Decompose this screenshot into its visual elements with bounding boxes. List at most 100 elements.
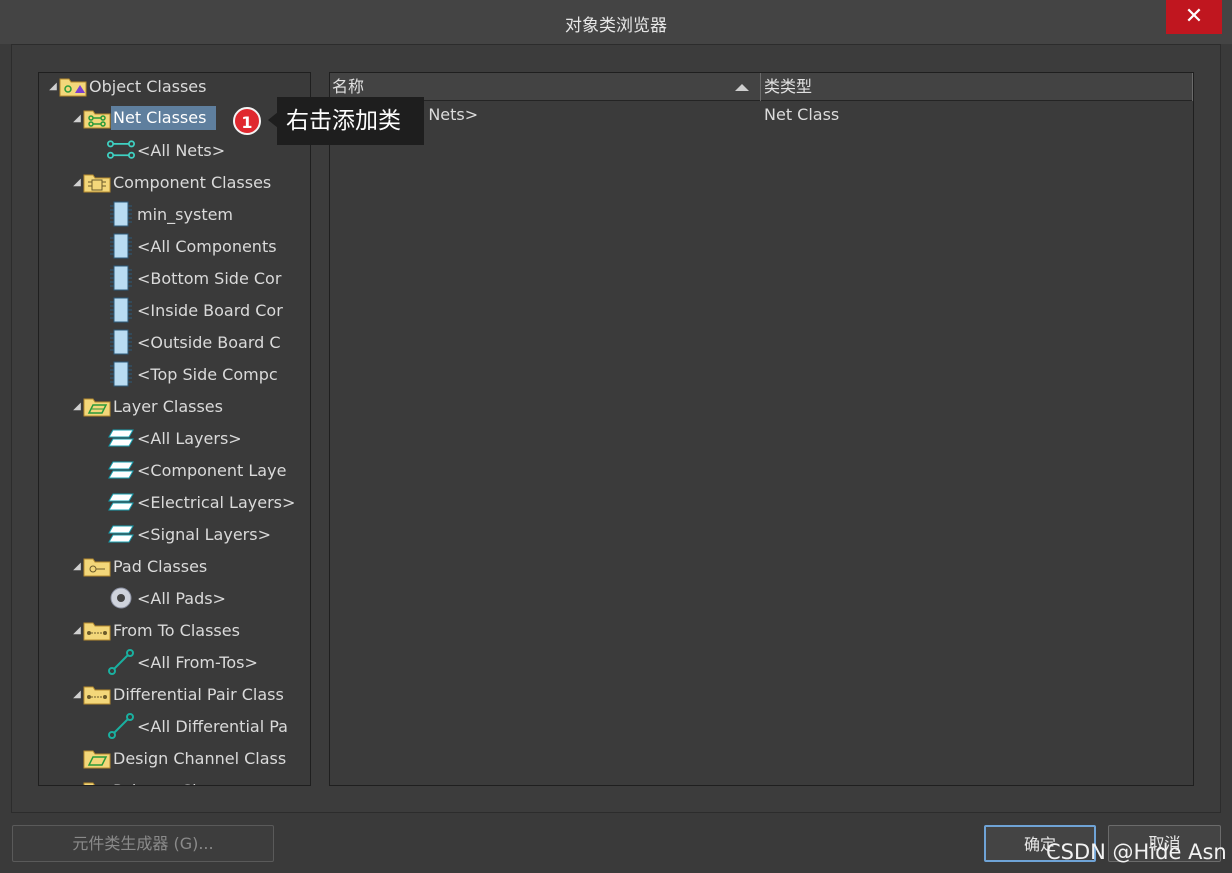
tree-item-label: <All From-Tos>: [137, 652, 258, 672]
from-to-icon: [107, 649, 135, 675]
tree-item-label: Differential Pair Class: [113, 684, 284, 704]
pad-classes-folder-icon: [83, 554, 111, 578]
step-badge: 1: [233, 107, 261, 135]
title-bar: 对象类浏览器 ✕: [0, 0, 1232, 44]
layer-icon: [107, 426, 135, 450]
tree-item-label: Design Channel Class: [113, 748, 287, 768]
tree-item[interactable]: ◢ Component Classes: [71, 166, 271, 198]
tree-item-label: Layer Classes: [113, 396, 223, 416]
tree-item-label: From To Classes: [113, 620, 240, 640]
tree-item-label: <All Nets>: [137, 140, 226, 160]
tree-item[interactable]: <All Pads>: [95, 582, 226, 614]
tree-item-label: <All Pads>: [137, 588, 226, 608]
column-divider[interactable]: [760, 73, 761, 101]
class-members-list[interactable]: 名称 类类型 <All Nets> Net Class: [329, 72, 1194, 786]
from-to-icon: [107, 713, 135, 739]
list-header: 名称 类类型: [330, 73, 1193, 101]
tree-item[interactable]: ◢ Layer Classes: [71, 390, 223, 422]
tree-item-label: <Signal Layers>: [137, 524, 271, 544]
callout-text: 右击添加类: [277, 97, 424, 145]
expand-arrow-icon[interactable]: ◢: [71, 176, 83, 188]
tree-item-label: <Inside Board Cor: [137, 300, 283, 320]
expand-arrow-icon[interactable]: ◢: [71, 400, 83, 412]
tree-item[interactable]: Design Channel Class: [71, 742, 286, 774]
tree-item-label: Net Classes: [111, 106, 217, 130]
tree-item[interactable]: ◢ Object Classes: [47, 73, 207, 102]
tree-item[interactable]: <All From-Tos>: [95, 646, 258, 678]
tree-item[interactable]: <All Differential Pa: [95, 710, 288, 742]
tree-item[interactable]: <Electrical Layers>: [95, 486, 295, 518]
column-divider[interactable]: [1192, 73, 1193, 101]
component-icon: [107, 265, 135, 291]
expand-arrow-icon[interactable]: ◢: [71, 560, 83, 572]
diff-pair-classes-folder-icon: [83, 682, 111, 706]
expand-arrow-icon[interactable]: ◢: [47, 80, 59, 92]
tree-item-label: <All Differential Pa: [137, 716, 288, 736]
tree-item[interactable]: <All Components: [95, 230, 277, 262]
net-classes-folder-icon: [83, 106, 111, 130]
component-icon: [107, 233, 135, 259]
tree-item-label: <All Layers>: [137, 428, 242, 448]
tree-item[interactable]: ◢ From To Classes: [71, 614, 240, 646]
tree-item-label: min_system: [137, 204, 234, 224]
polygon-classes-folder-icon: [83, 778, 111, 785]
tree-item[interactable]: <Signal Layers>: [95, 518, 271, 550]
tree-item[interactable]: <Bottom Side Cor: [95, 262, 281, 294]
tree-item-label: <All Components: [137, 236, 277, 256]
tree-item-label: Object Classes: [89, 76, 207, 96]
component-icon: [107, 297, 135, 323]
component-icon: [107, 329, 135, 355]
tree-item-label: <Bottom Side Cor: [137, 268, 282, 288]
expand-arrow-icon[interactable]: ◢: [71, 624, 83, 636]
close-button[interactable]: ✕: [1166, 0, 1222, 34]
watermark: CSDN @Hide Asn: [1046, 840, 1227, 864]
tree-item[interactable]: <Outside Board C: [95, 326, 281, 358]
design-channel-folder-icon: [83, 746, 111, 770]
tree-item-label: Pad Classes: [113, 556, 208, 576]
tree-item[interactable]: Polygon Classes: [71, 774, 241, 785]
column-header-type[interactable]: 类类型: [762, 73, 812, 101]
tree-item[interactable]: <All Nets>: [95, 134, 225, 166]
tree-item[interactable]: min_system: [95, 198, 233, 230]
class-generator-button[interactable]: 元件类生成器 (G)...: [12, 825, 274, 862]
list-row[interactable]: <All Nets> Net Class: [330, 101, 1193, 129]
layer-icon: [107, 458, 135, 482]
tree-item[interactable]: ◢ Differential Pair Class: [71, 678, 284, 710]
window-title: 对象类浏览器: [565, 16, 667, 36]
expand-arrow-icon[interactable]: ◢: [71, 112, 83, 124]
net-icon: [107, 138, 135, 162]
tree-item-label: <Outside Board C: [137, 332, 281, 352]
tree-item[interactable]: <Top Side Compc: [95, 358, 278, 390]
tree-item-label: <Component Laye: [137, 460, 287, 480]
tree-item[interactable]: <All Layers>: [95, 422, 242, 454]
tree-item[interactable]: <Inside Board Cor: [95, 294, 283, 326]
from-to-classes-folder-icon: [83, 618, 111, 642]
class-tree[interactable]: ◢ Object Classes ◢ Net Classes <All Nets> ◢ Co…: [38, 72, 311, 786]
tree-item[interactable]: ◢ Pad Classes: [71, 550, 207, 582]
row-type: Net Class: [764, 105, 840, 124]
layer-icon: [107, 490, 135, 514]
expand-arrow-icon[interactable]: ◢: [71, 688, 83, 700]
tree-item-label: <Electrical Layers>: [137, 492, 296, 512]
component-classes-folder-icon: [83, 170, 111, 194]
component-icon: [107, 201, 135, 227]
tree-item[interactable]: ◢ Net Classes: [71, 102, 217, 134]
pad-icon: [107, 586, 135, 610]
layer-icon: [107, 522, 135, 546]
tree-item[interactable]: <Component Laye: [95, 454, 286, 486]
